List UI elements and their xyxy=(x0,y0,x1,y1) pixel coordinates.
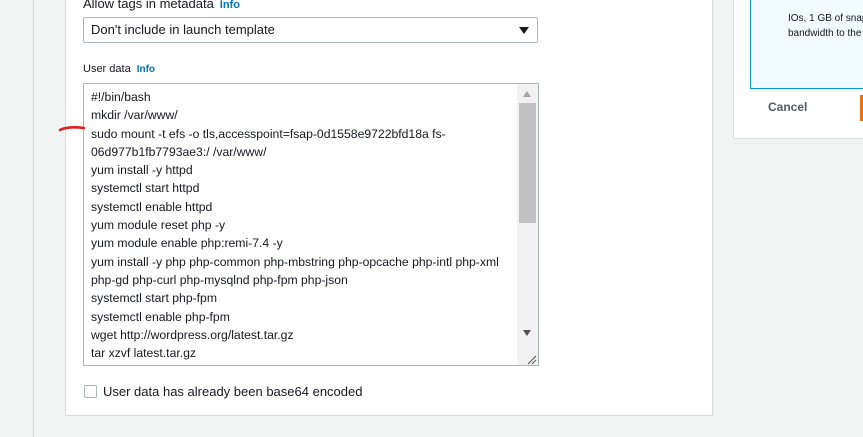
page-left-border xyxy=(33,0,34,437)
user-data-line: yum module reset php -y xyxy=(91,218,226,233)
tags-metadata-info-link[interactable]: Info xyxy=(220,0,240,11)
user-data-scrollbar[interactable] xyxy=(517,84,538,365)
caret-down-icon xyxy=(519,27,529,34)
tags-metadata-selected-value: Don't include in launch template xyxy=(91,22,275,37)
user-data-line: systemctl start php-fpm xyxy=(91,291,217,306)
summary-divider xyxy=(733,143,863,144)
resize-handle-icon[interactable] xyxy=(525,352,537,365)
user-data-info-link[interactable]: Info xyxy=(137,64,155,75)
user-data-label-text: User data xyxy=(83,63,131,75)
user-data-line: #!/bin/bash xyxy=(91,90,151,104)
cancel-button[interactable]: Cancel xyxy=(768,100,807,114)
tags-metadata-label-text: Allow tags in metadata xyxy=(83,0,214,11)
info-line: IOs, 1 GB of snap xyxy=(788,13,863,24)
scroll-down-arrow-icon[interactable] xyxy=(523,330,531,336)
scroll-up-arrow-icon[interactable] xyxy=(523,91,531,97)
user-data-content: #!/bin/bash mkdir /var/www/sudo mount -t … xyxy=(91,88,511,362)
base64-checkbox[interactable] xyxy=(84,385,97,398)
user-data-line: systemctl enable httpd xyxy=(91,199,213,214)
user-data-line: yum module enable php:remi-7.4 -y xyxy=(91,236,283,251)
scroll-thumb[interactable] xyxy=(519,103,536,223)
user-data-line: yum install -y php php-common php-mbstri… xyxy=(91,254,499,269)
user-data-line: systemctl enable php-fpm xyxy=(91,309,230,324)
tags-metadata-label: Allow tags in metadata Info xyxy=(83,0,240,11)
user-data-line: sudo mount -t efs -o tls,accesspoint=fsa… xyxy=(91,126,446,141)
user-data-line: wget http://wordpress.org/latest.tar.gz xyxy=(91,327,294,342)
user-data-textarea[interactable]: #!/bin/bash mkdir /var/www/sudo mount -t … xyxy=(83,83,539,366)
user-data-line: tar xzvf latest.tar.gz xyxy=(91,346,196,361)
user-data-line: mkdir /var/www/ xyxy=(91,108,178,123)
tags-metadata-select[interactable]: Don't include in launch template xyxy=(83,17,538,43)
info-line: bandwidth to the xyxy=(788,28,862,39)
user-data-label: User data Info xyxy=(83,63,155,75)
user-data-line: yum install -y httpd xyxy=(91,163,193,178)
user-data-line: php-gd php-curl php-mysqlnd php-fpm php-… xyxy=(91,272,348,287)
base64-checkbox-label: User data has already been base64 encode… xyxy=(103,384,363,399)
user-data-line: 06d977b1fb7793ae3:/ /var/www/ xyxy=(91,144,267,159)
free-tier-info-box: IOs, 1 GB of snap bandwidth to the xyxy=(750,0,863,89)
red-annotation-mark xyxy=(58,126,86,132)
user-data-line: systemctl start httpd xyxy=(91,181,200,196)
